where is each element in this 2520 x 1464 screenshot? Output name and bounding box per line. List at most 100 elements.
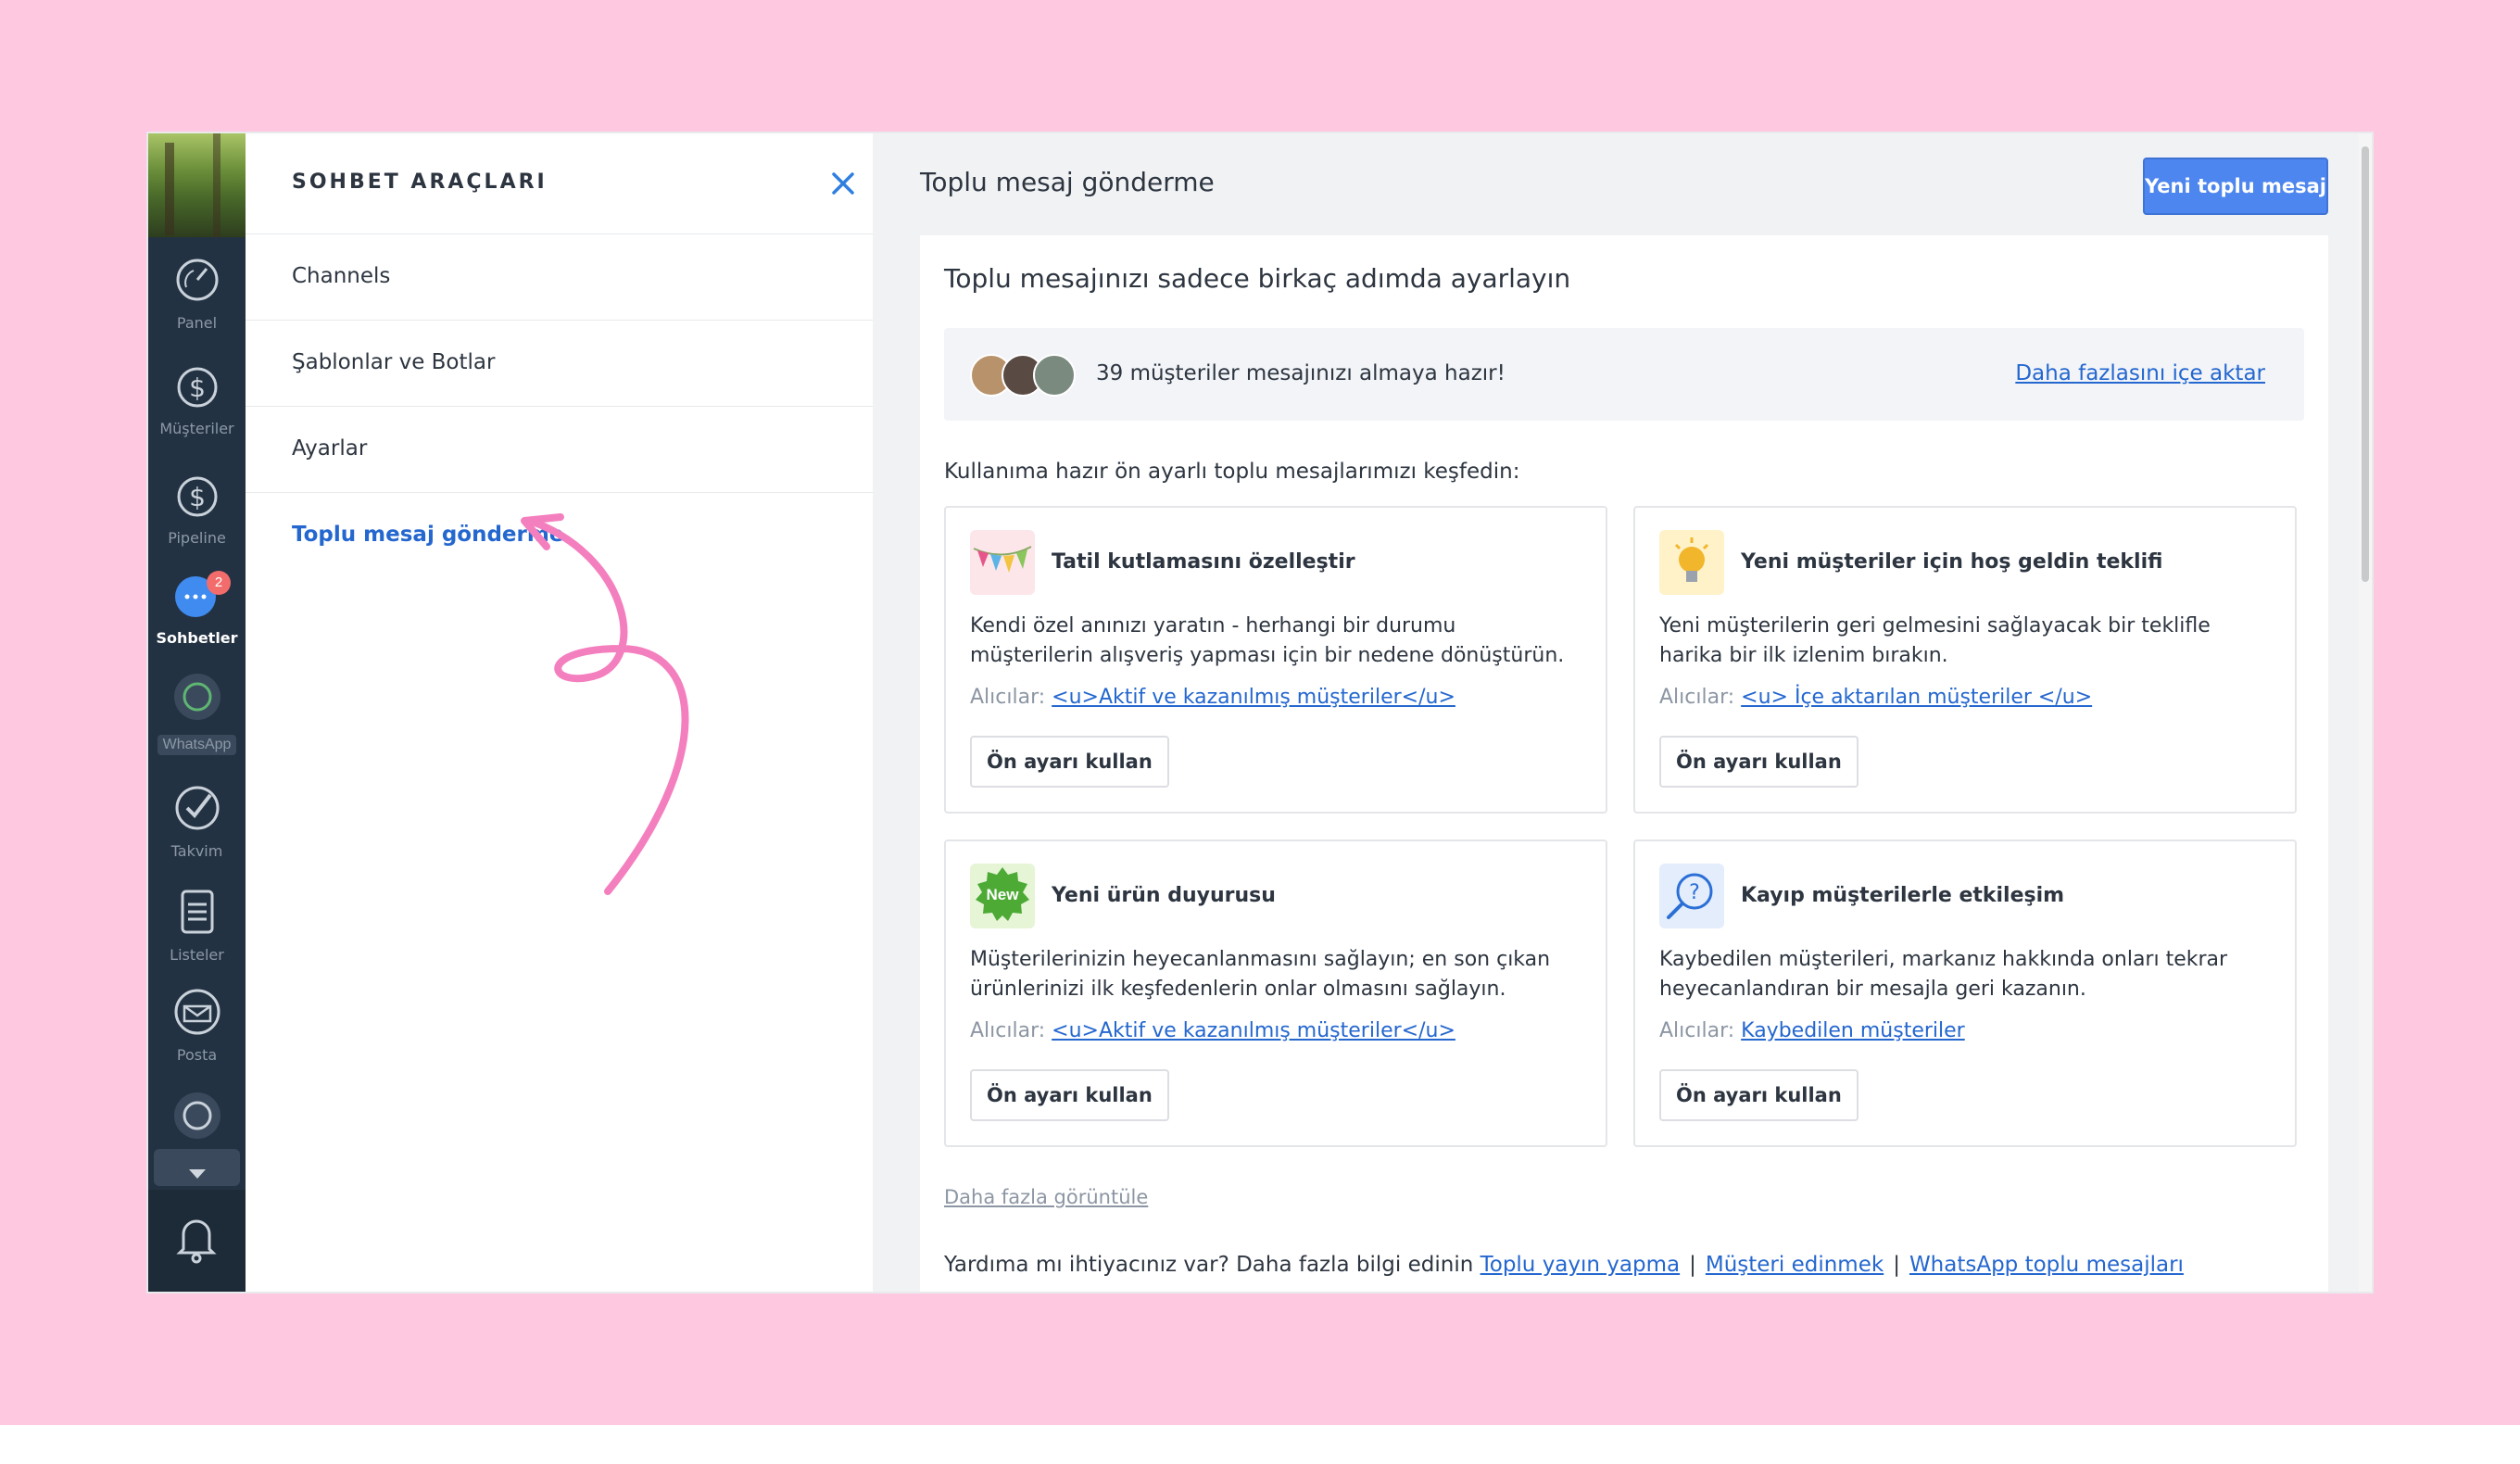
preset-recipients: Alıcılar: <u> İçe aktarılan müşteriler <… [1659,686,2092,709]
import-more-link[interactable]: Daha fazlasını içe aktar [2015,361,2265,385]
nav-label: Posta [176,1046,218,1064]
lightbulb-icon [1659,530,1724,595]
nav-label: Takvim [170,842,223,860]
recipients-link[interactable]: Kaybedilen müşteriler [1741,1019,1965,1042]
nav-whatsapp-2[interactable] [148,1090,246,1146]
svg-text:$: $ [189,372,206,403]
new-badge-icon: New [970,864,1035,928]
recipients-label: Alıcılar: [1659,686,1735,709]
new-badge-text: New [987,886,1020,903]
preset-recipients: Alıcılar: <u>Aktif ve kazanılmış müşteri… [970,1019,1455,1042]
check-icon [175,786,219,830]
new-broadcast-button[interactable]: Yeni toplu mesaj [2143,158,2328,215]
ready-text: 39 müşteriler mesajınızı almaya hazır! [1096,361,1506,385]
main-content: Toplu mesaj gönderme Yeni toplu mesaj To… [888,133,2372,1292]
nav-listeler[interactable]: Listeler [148,886,246,964]
preset-card: New Yeni ürün duyurusu Müşterilerinizin … [944,839,1607,1147]
nav-label: Listeler [170,946,224,964]
scrollbar-thumb[interactable] [2362,146,2369,582]
recipients-label: Alıcılar: [970,686,1046,709]
preset-card: Yeni müşteriler için hoş geldin teklifi … [1633,506,2297,814]
notifications-button[interactable] [148,1190,246,1292]
tools-item-templates[interactable]: Şablonlar ve Botlar [246,321,873,407]
nav-pipeline[interactable]: $ Pipeline [148,469,246,547]
nav-label: Müşteriler [159,420,234,437]
nav-posta[interactable]: Posta [148,986,246,1064]
tools-item-channels[interactable]: Channels [246,234,873,321]
card-title: Toplu mesajınızı sadece birkaç adımda ay… [944,263,1571,294]
help-separator: | [1893,1253,1900,1277]
nav-sohbetler[interactable]: 2 Sohbetler [148,569,246,647]
icon-sidebar: Panel $ Müşteriler $ Pipeline 2 Sohbetle… [148,133,246,1292]
more-items-button[interactable] [154,1149,240,1186]
use-preset-button[interactable]: Ön ayarı kullan [970,736,1169,788]
close-icon[interactable] [825,165,862,202]
app-window: Panel $ Müşteriler $ Pipeline 2 Sohbetle… [148,133,2372,1292]
preset-recipients: Alıcılar: Kaybedilen müşteriler [1659,1019,1965,1042]
use-preset-button[interactable]: Ön ayarı kullan [970,1069,1169,1121]
bell-icon [176,1219,217,1264]
nav-whatsapp[interactable]: WhatsApp [148,671,246,755]
avatar [1033,354,1076,397]
tools-item-label: Şablonlar ve Botlar [292,350,496,374]
user-avatar[interactable] [148,133,246,237]
svg-text:$: $ [189,482,206,512]
recipients-link[interactable]: <u>Aktif ve kazanılmış müşteriler</u> [1052,686,1455,709]
preset-title: Kayıp müşterilerle etkileşim [1741,884,2065,907]
nav-musteriler[interactable]: $ Müşteriler [148,360,246,437]
help-separator: | [1689,1253,1696,1277]
preset-title: Yeni ürün duyurusu [1052,884,1276,907]
tools-header: SOHBET ARAÇLARI [246,133,873,234]
help-link-customers[interactable]: Müşteri edinmek [1706,1253,1884,1277]
tools-item-label: Toplu mesaj gönderme [292,523,564,547]
recipients-link[interactable]: <u> İçe aktarılan müşteriler </u> [1741,686,2092,709]
scrollbar[interactable] [2359,133,2372,1292]
page-title: Toplu mesaj gönderme [920,167,1215,197]
chat-tools-panel: SOHBET ARAÇLARI Channels Şablonlar ve Bo… [246,133,888,1292]
nav-label: Sohbetler [156,629,238,647]
nav-label: WhatsApp [157,735,237,755]
nav-label: Pipeline [168,529,226,547]
tools-item-broadcast[interactable]: Toplu mesaj gönderme [246,493,873,578]
tools-item-settings[interactable]: Ayarlar [246,407,873,493]
nav-panel[interactable]: Panel [148,254,246,332]
tools-item-label: Channels [292,264,391,288]
unread-badge: 2 [207,571,231,595]
help-line: Yardıma mı ihtiyacınız var? Daha fazla b… [944,1253,2184,1277]
preset-card: ? Kayıp müşterilerle etkileşim Kaybedile… [1633,839,2297,1147]
preset-title: Yeni müşteriler için hoş geldin teklifi [1741,550,2163,574]
svg-text:?: ? [1689,881,1700,904]
preset-description: Yeni müşterilerin geri gelmesini sağlaya… [1659,614,2211,667]
dollar-icon: $ [177,367,217,408]
tools-title: SOHBET ARAÇLARI [292,170,548,194]
tools-item-label: Ayarlar [292,436,368,461]
ready-banner: 39 müşteriler mesajınızı almaya hazır! D… [944,328,2304,421]
question-search-icon: ? [1659,864,1724,928]
nav-takvim[interactable]: Takvim [148,782,246,860]
dashboard-icon [176,259,218,301]
use-preset-button[interactable]: Ön ayarı kullan [1659,1069,1858,1121]
help-link-whatsapp[interactable]: WhatsApp toplu mesajları [1909,1253,2184,1277]
nav-label: Panel [176,314,218,332]
preset-description: Kendi özel anınızı yaratın - herhangi bi… [970,614,1565,667]
recipients-label: Alıcılar: [1659,1019,1735,1042]
preset-title: Tatil kutlamasını özelleştir [1052,550,1355,574]
explore-text: Kullanıma hazır ön ayarlı toplu mesajlar… [944,460,1520,484]
preset-recipients: Alıcılar: <u>Aktif ve kazanılmış müşteri… [970,686,1455,709]
mail-icon [174,989,220,1035]
list-icon [181,890,213,934]
help-text: Yardıma mı ihtiyacınız var? Daha fazla b… [944,1253,1474,1277]
show-more-link[interactable]: Daha fazla görüntüle [944,1186,1148,1208]
recipients-label: Alıcılar: [970,1019,1046,1042]
whatsapp-icon [173,674,220,720]
recipients-link[interactable]: <u>Aktif ve kazanılmış müşteriler</u> [1052,1019,1455,1042]
preset-description: Müşterilerinizin heyecanlanmasını sağlay… [970,948,1551,1001]
dollar-icon: $ [177,476,217,517]
party-flags-icon [970,530,1035,595]
preset-description: Kaybedilen müşterileri, markanız hakkınd… [1659,948,2228,1001]
help-link-broadcast[interactable]: Toplu yayın yapma [1480,1253,1681,1277]
use-preset-button[interactable]: Ön ayarı kullan [1659,736,1858,788]
whatsapp-icon [173,1092,220,1139]
customer-avatars [970,354,1076,397]
broadcast-card: Toplu mesajınızı sadece birkaç adımda ay… [920,235,2328,1292]
